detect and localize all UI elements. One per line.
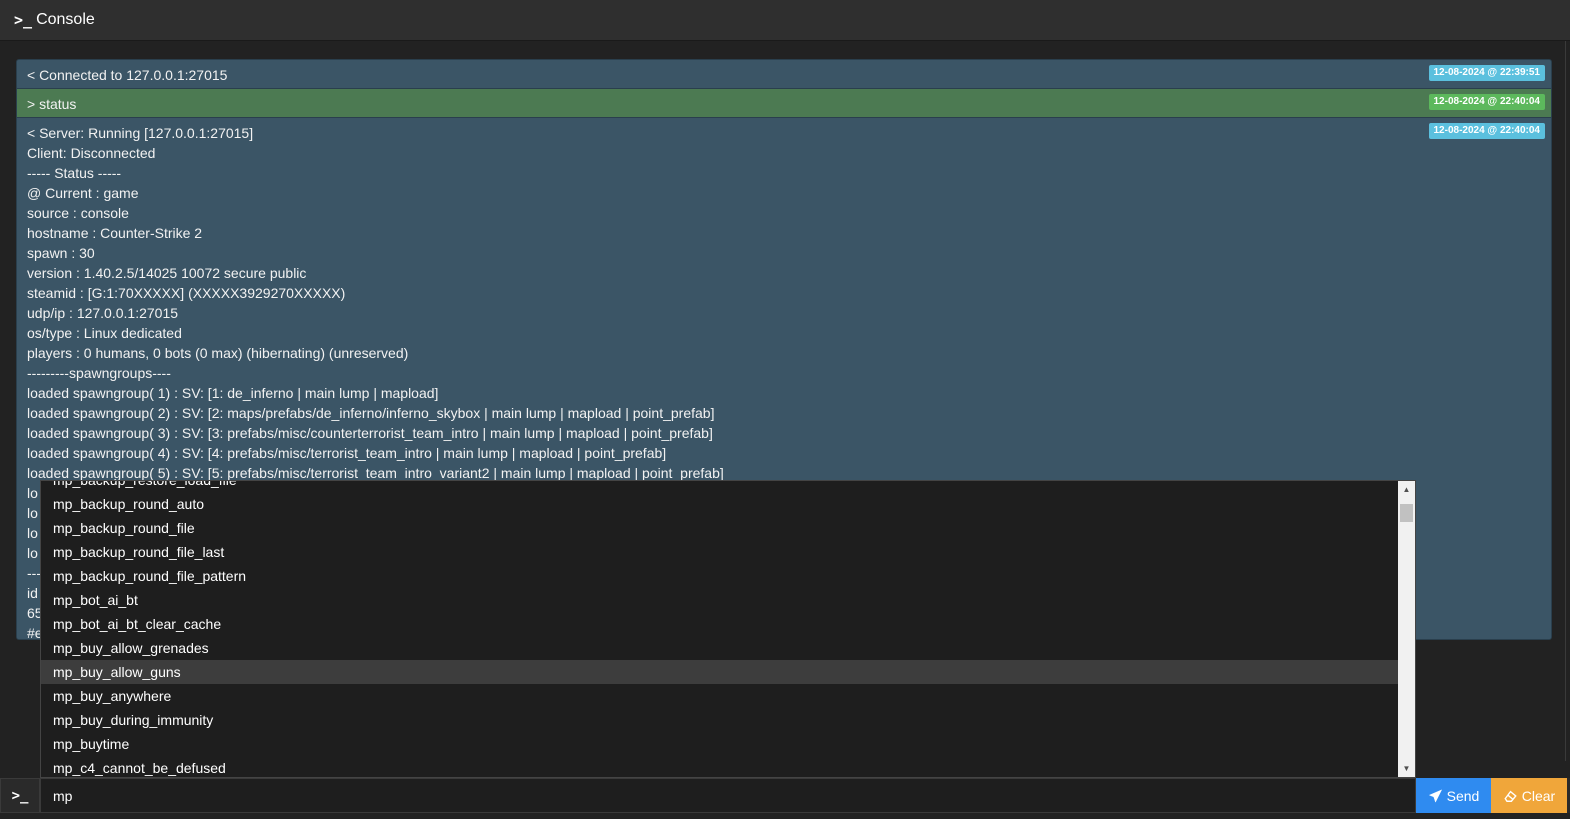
autocomplete-list: mp_backup_restore_load_file mp_backup_rou… <box>41 481 1399 777</box>
autocomplete-item[interactable]: mp_c4_cannot_be_defused <box>41 756 1399 777</box>
log-line: < Connected to 127.0.0.1:27015 <box>27 67 228 83</box>
autocomplete-item[interactable]: mp_buytime <box>41 732 1399 756</box>
send-button[interactable]: Send <box>1416 778 1491 813</box>
autocomplete-item[interactable]: mp_backup_round_file_pattern <box>41 564 1399 588</box>
log-line: loaded spawngroup( 3) : SV: [3: prefabs/… <box>27 425 713 441</box>
log-line: @ Current : game <box>27 185 139 201</box>
autocomplete-item[interactable]: mp_buy_anywhere <box>41 684 1399 708</box>
command-bar: >_ Send Clear <box>0 778 1570 813</box>
log-line: os/type : Linux dedicated <box>27 325 182 341</box>
log-line: ----- Status ----- <box>27 165 122 181</box>
log-line: ---------spawngroups---- <box>27 365 171 381</box>
autocomplete-item[interactable]: mp_backup_restore_load_file <box>41 481 1399 492</box>
eraser-icon <box>1504 790 1517 802</box>
log-entry-output: < Connected to 127.0.0.1:27015 12-08-2024… <box>17 60 1551 89</box>
page-title: Console <box>36 11 95 28</box>
command-input[interactable] <box>40 778 1416 813</box>
log-line: players : 0 humans, 0 bots (0 max) (hibe… <box>27 345 409 361</box>
autocomplete-item[interactable]: mp_buy_allow_grenades <box>41 636 1399 660</box>
scroll-up-arrow-icon[interactable]: ▲ <box>1398 481 1415 498</box>
terminal-icon: >_ <box>14 11 33 29</box>
autocomplete-scrollbar[interactable]: ▲ ▼ <box>1398 481 1415 777</box>
log-line: loaded spawngroup( 4) : SV: [4: prefabs/… <box>27 445 667 461</box>
autocomplete-item[interactable]: mp_backup_round_auto <box>41 492 1399 516</box>
log-line: udp/ip : 127.0.0.1:27015 <box>27 305 179 321</box>
paper-plane-icon <box>1428 788 1442 803</box>
autocomplete-item[interactable]: mp_bot_ai_bt <box>41 588 1399 612</box>
log-line: source : console <box>27 205 129 221</box>
log-line: loaded spawngroup( 2) : SV: [2: maps/pre… <box>27 405 715 421</box>
log-line: > status <box>27 96 77 112</box>
autocomplete-item[interactable]: mp_buy_allow_guns <box>41 660 1399 684</box>
console-header: >_ Console <box>0 0 1570 41</box>
log-line: Client: Disconnected <box>27 145 156 161</box>
autocomplete-item[interactable]: mp_backup_round_file <box>41 516 1399 540</box>
log-line: steamid : [G:1:70XXXXX] (XXXXX3929270XXX… <box>27 285 346 301</box>
scrollbar-thumb[interactable] <box>1400 504 1413 522</box>
timestamp-badge: 12-08-2024 @ 22:40:04 <box>1428 123 1545 139</box>
autocomplete-item[interactable]: mp_bot_ai_bt_clear_cache <box>41 612 1399 636</box>
clear-label: Clear <box>1521 787 1556 804</box>
log-line: < Server: Running [127.0.0.1:27015] <box>27 125 254 141</box>
autocomplete-dropdown[interactable]: mp_backup_restore_load_file mp_backup_rou… <box>40 480 1416 778</box>
log-line: loaded spawngroup( 1) : SV: [1: de_infer… <box>27 385 439 401</box>
autocomplete-item[interactable]: mp_buy_during_immunity <box>41 708 1399 732</box>
send-label: Send <box>1446 787 1480 804</box>
log-line: version : 1.40.2.5/14025 10072 secure pu… <box>27 265 307 281</box>
clear-button[interactable]: Clear <box>1491 778 1567 813</box>
timestamp-badge: 12-08-2024 @ 22:39:51 <box>1428 65 1545 81</box>
autocomplete-item[interactable]: mp_backup_round_file_last <box>41 540 1399 564</box>
log-line: spawn : 30 <box>27 245 95 261</box>
timestamp-badge: 12-08-2024 @ 22:40:04 <box>1428 94 1545 110</box>
log-line: hostname : Counter-Strike 2 <box>27 225 203 241</box>
terminal-prompt-icon: >_ <box>0 778 40 813</box>
log-entry-command: > status 12-08-2024 @ 22:40:04 <box>17 89 1551 118</box>
scroll-down-arrow-icon[interactable]: ▼ <box>1398 760 1415 777</box>
